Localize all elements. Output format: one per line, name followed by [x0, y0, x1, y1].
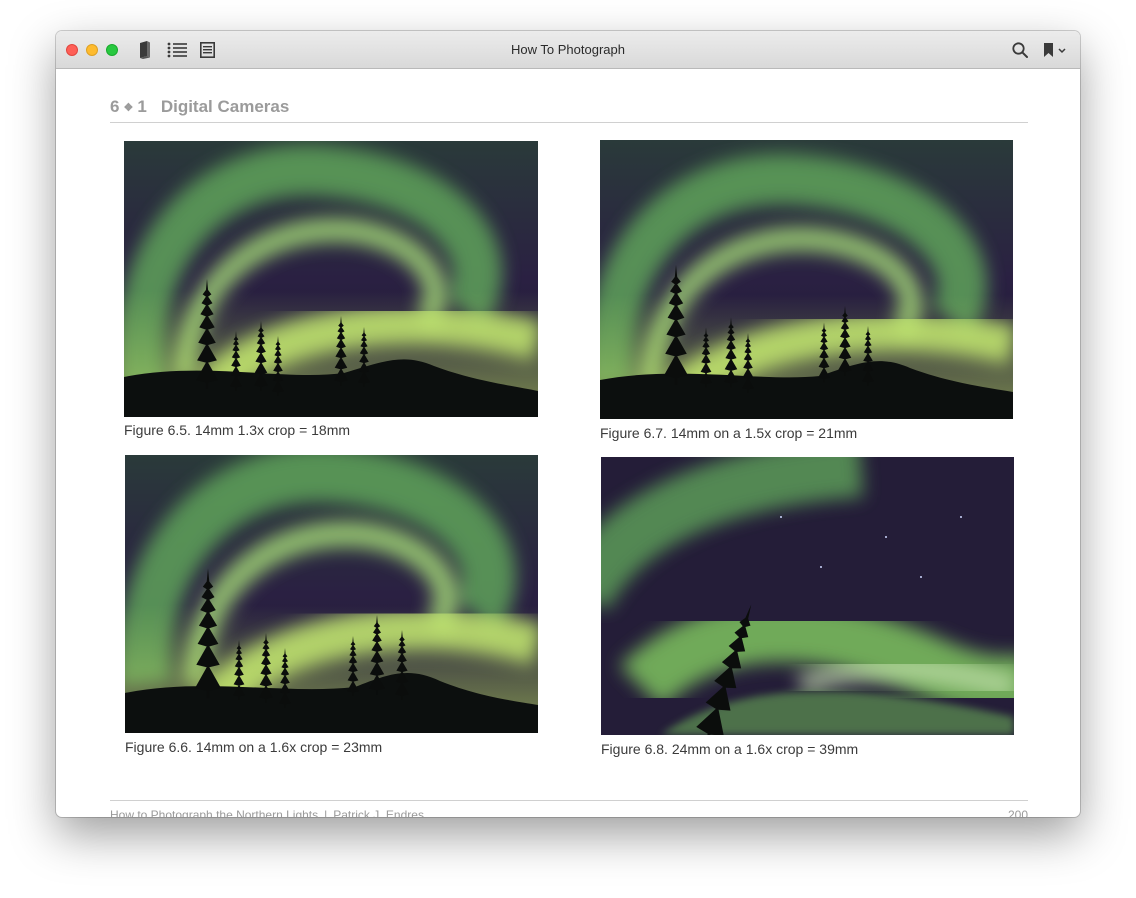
page-number: 200 — [1007, 808, 1028, 817]
section-heading: 6 ❖ 1 Digital Cameras — [110, 97, 289, 117]
reader-window: How To Photograph 6 ❖ 1 Digital Cameras — [56, 31, 1080, 817]
window-title: How To Photograph — [511, 42, 625, 57]
bookmark-icon — [1044, 43, 1066, 57]
chapter-number: 6 — [110, 97, 120, 116]
author-name: Patrick J. Endres — [333, 808, 424, 817]
aurora-photo — [124, 141, 538, 417]
title-bar: How To Photograph — [56, 31, 1080, 69]
heading-divider — [110, 122, 1028, 123]
figure-caption: Figure 6.8. 24mm on a 1.6x crop = 39mm — [601, 741, 859, 757]
aurora-photo — [125, 455, 538, 733]
figure-caption: Figure 6.5. 14mm 1.3x crop = 18mm — [124, 422, 351, 438]
bookmark-button[interactable] — [1041, 40, 1069, 60]
aurora-photo — [601, 457, 1014, 735]
footer-separator: | — [324, 808, 328, 817]
page-footer: How to Photograph the Northern Lights | Pa… — [110, 808, 424, 817]
book-title: How to Photograph the Northern Lights — [110, 808, 319, 817]
section-title: Digital Cameras — [160, 97, 290, 116]
footer-divider — [110, 800, 1028, 801]
search-icon — [1012, 42, 1028, 58]
chapter-separator: ❖ — [123, 101, 134, 114]
aurora-photo — [600, 140, 1013, 419]
book-page: 6 ❖ 1 Digital Cameras Figure 6.5. 14mm 1… — [56, 69, 1080, 817]
section-number: 1 — [137, 97, 147, 116]
figure-caption: Figure 6.7. 14mm on a 1.5x crop = 21mm — [600, 425, 858, 441]
figure-caption: Figure 6.6. 14mm on a 1.6x crop = 23mm — [125, 739, 383, 755]
search-button[interactable] — [1011, 40, 1029, 60]
